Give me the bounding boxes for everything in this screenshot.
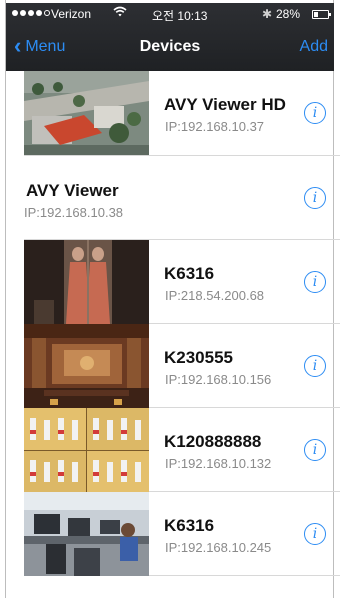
device-row[interactable]: AVY Viewer HD IP:192.168.10.37 i: [24, 71, 340, 156]
device-row[interactable]: K6316 IP:192.168.10.245 i: [24, 492, 340, 576]
status-bar: Verizon 오전 10:13 ✱ 28%: [6, 3, 334, 27]
device-name: K230555: [164, 348, 234, 367]
device-ip: IP:192.168.10.37: [165, 119, 265, 134]
device-thumbnail-ornate-hall-interior: [24, 324, 149, 408]
carrier-label: Verizon: [51, 7, 92, 21]
device-row[interactable]: K6316 IP:218.54.200.68 i: [24, 240, 340, 324]
device-row[interactable]: AVY Viewer IP:192.168.10.38 i: [24, 156, 340, 240]
info-icon[interactable]: i: [304, 355, 326, 377]
page-title: Devices: [139, 38, 201, 55]
frame-left-edge: [5, 0, 6, 598]
info-icon[interactable]: i: [304, 523, 326, 545]
battery-icon: [312, 10, 331, 19]
device-thumbnail-aerial-city-view: [24, 71, 149, 155]
device-name: AVY Viewer HD: [164, 95, 286, 114]
device-name: K6316: [164, 516, 215, 535]
navigation-bar: ‹ Menu Devices Add: [6, 27, 334, 71]
wifi-icon: [113, 6, 127, 21]
device-row[interactable]: K230555 IP:192.168.10.156 i: [24, 324, 340, 408]
device-name: K6316: [164, 264, 215, 283]
device-name: AVY Viewer: [26, 181, 119, 200]
signal-strength-icon: [12, 10, 50, 16]
info-icon[interactable]: i: [304, 187, 326, 209]
clock: 오전 10:13: [152, 9, 208, 23]
device-ip: IP:192.168.10.156: [165, 372, 272, 387]
add-device-button[interactable]: Add: [300, 38, 328, 56]
device-ip: IP:192.168.10.245: [165, 540, 272, 555]
info-icon[interactable]: i: [304, 271, 326, 293]
info-icon[interactable]: i: [304, 439, 326, 461]
device-thumbnail-dance-performance-grid: [24, 408, 149, 492]
device-name: K120888888: [164, 432, 262, 451]
device-ip: IP:218.54.200.68: [165, 288, 265, 303]
bluetooth-icon: ✱: [262, 7, 273, 21]
device-ip: IP:192.168.10.38: [24, 205, 124, 220]
device-list: AVY Viewer HD IP:192.168.10.37 i AVY Vie…: [24, 71, 340, 576]
info-icon[interactable]: i: [304, 102, 326, 124]
device-row[interactable]: K120888888 IP:192.168.10.132 i: [24, 408, 340, 492]
top-bar: Verizon 오전 10:13 ✱ 28% ‹ Menu Devices Ad…: [6, 3, 334, 71]
device-thumbnail-office-workstations: [24, 492, 149, 576]
battery-percent: 28%: [276, 7, 301, 21]
device-thumbnail-mirrored-woman-in-dress: [24, 240, 149, 324]
device-ip: IP:192.168.10.132: [165, 456, 272, 471]
